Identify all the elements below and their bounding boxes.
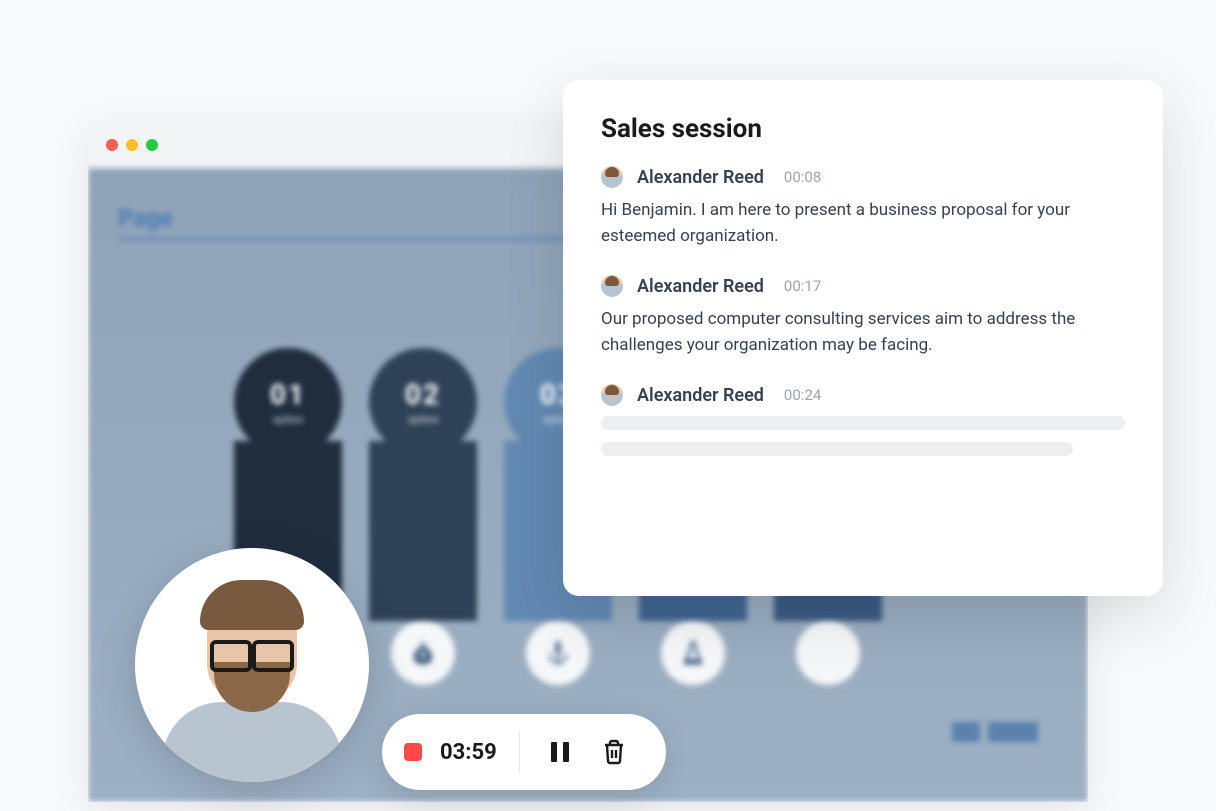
recording-timer: 03:59 <box>440 740 497 765</box>
money-bag-icon <box>391 621 455 685</box>
generic-icon <box>796 621 860 685</box>
transcript-entry: Alexander Reed 00:08 Hi Benjamin. I am h… <box>601 166 1125 249</box>
window-maximize-icon[interactable] <box>146 139 158 151</box>
trash-icon <box>602 739 626 765</box>
flask-icon <box>661 621 725 685</box>
window-minimize-icon[interactable] <box>126 139 138 151</box>
option-column-2: 02 option <box>363 348 483 685</box>
entry-timestamp: 00:08 <box>784 168 821 186</box>
entry-timestamp: 00:24 <box>784 386 821 404</box>
speaker-avatar-icon <box>601 384 623 406</box>
window-close-icon[interactable] <box>106 139 118 151</box>
pause-button[interactable] <box>542 734 578 770</box>
speaker-avatar-icon <box>601 166 623 188</box>
transcript-text: Hi Benjamin. I am here to present a busi… <box>601 198 1125 249</box>
speaker-avatar-icon <box>601 275 623 297</box>
transcript-entry: Alexander Reed 00:17 Our proposed comput… <box>601 275 1125 358</box>
transcript-entry: Alexander Reed 00:24 <box>601 384 1125 456</box>
option-label: option <box>272 413 303 426</box>
speaker-name: Alexander Reed <box>637 167 764 188</box>
presentation-page-title: Page <box>118 204 173 232</box>
presenter-avatar <box>135 548 369 782</box>
recording-controls: 03:59 <box>382 714 666 790</box>
transcript-panel: Sales session Alexander Reed 00:08 Hi Be… <box>563 80 1163 596</box>
delete-button[interactable] <box>596 734 632 770</box>
loading-skeleton <box>601 416 1125 430</box>
option-number: 02 <box>405 378 441 411</box>
speaker-name: Alexander Reed <box>637 276 764 297</box>
speaker-name: Alexander Reed <box>637 385 764 406</box>
entry-timestamp: 00:17 <box>784 277 821 295</box>
transcript-title: Sales session <box>601 114 1125 144</box>
transcript-text: Our proposed computer consulting service… <box>601 307 1125 358</box>
divider <box>519 731 520 773</box>
record-indicator-icon[interactable] <box>404 743 422 761</box>
page-indicators <box>952 722 1038 742</box>
loading-skeleton <box>601 442 1073 456</box>
option-label: option <box>407 413 438 426</box>
pause-icon <box>549 740 571 764</box>
anchor-icon <box>526 621 590 685</box>
option-number: 01 <box>270 378 306 411</box>
